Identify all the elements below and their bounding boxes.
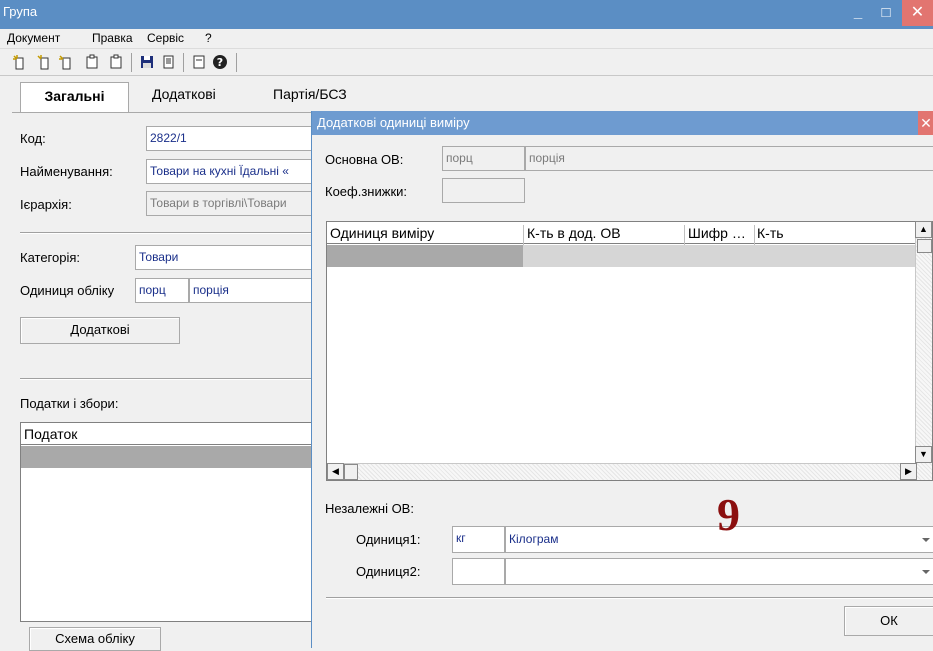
new-group-icon[interactable]	[58, 54, 74, 70]
menu-help[interactable]: ?	[205, 31, 212, 45]
base-unit-code-field: порц	[442, 146, 525, 171]
table-row[interactable]	[21, 446, 311, 468]
form-icon[interactable]	[191, 54, 207, 70]
menu-bar: Документ Правка Сервіс ?	[0, 29, 933, 49]
taxes-grid[interactable]: Податок	[20, 422, 312, 622]
menu-edit[interactable]: Правка	[92, 31, 133, 45]
maximize-button[interactable]: □	[874, 0, 898, 26]
save-icon[interactable]	[139, 54, 155, 70]
column-separator	[684, 225, 685, 247]
tab-strip: Загальні Додаткові Партія/БСЗ	[0, 76, 933, 113]
taxes-grid-header: Податок	[21, 423, 311, 445]
scroll-up-icon[interactable]: ▲	[915, 221, 932, 238]
additional-units-dialog: Додаткові одиниці виміру ✕ Основна ОВ: п…	[311, 111, 933, 648]
report-icon[interactable]	[161, 54, 177, 70]
window-title: Група	[3, 4, 38, 19]
unit2-code-field[interactable]	[452, 558, 505, 585]
unit-code-field[interactable]: порц	[135, 278, 189, 303]
column-header-quantity[interactable]: К-ть	[757, 225, 784, 241]
divider	[20, 232, 311, 234]
unit1-code-field[interactable]: кг	[452, 526, 505, 553]
scroll-thumb-horizontal[interactable]	[344, 464, 358, 480]
divider	[326, 597, 933, 599]
unit-label: Одиниця обліку	[20, 283, 115, 298]
table-row[interactable]	[327, 245, 523, 267]
name-label: Найменування:	[20, 164, 113, 179]
toolbar-separator	[131, 53, 132, 72]
scroll-left-icon[interactable]: ◀	[327, 463, 344, 480]
column-header-tax[interactable]: Податок	[24, 426, 77, 442]
tab-additional[interactable]: Додаткові	[152, 86, 216, 102]
category-label: Категорія:	[20, 250, 81, 265]
new-copy-icon[interactable]	[36, 54, 52, 70]
vertical-scrollbar[interactable]: ▲ ▼	[915, 221, 932, 480]
column-separator	[754, 225, 755, 247]
dialog-close-button[interactable]: ✕	[918, 111, 933, 135]
svg-text:?: ?	[217, 56, 223, 69]
discount-coef-field	[442, 178, 525, 203]
close-button[interactable]: ✕	[902, 0, 933, 26]
hierarchy-label: Ієрархія:	[20, 197, 72, 212]
column-header-code[interactable]: Шифр …	[688, 225, 746, 241]
independent-units-label: Незалежні ОВ:	[325, 501, 414, 516]
code-field[interactable]: 2822/1	[146, 126, 312, 151]
dialog-title: Додаткові одиниці виміру	[317, 115, 470, 130]
column-separator	[523, 225, 524, 247]
minimize-button[interactable]: _	[846, 0, 870, 26]
column-header-quantity-additional[interactable]: К-ть в дод. ОВ	[527, 225, 621, 241]
chevron-down-icon[interactable]	[922, 570, 930, 574]
additional-units-grid[interactable]: Одиниця виміру К-ть в дод. ОВ Шифр … К-т…	[326, 221, 933, 481]
category-field[interactable]: Товари	[135, 245, 312, 270]
unit2-select[interactable]	[505, 558, 933, 585]
tab-general[interactable]: Загальні	[20, 82, 129, 113]
name-field[interactable]: Товари на кухні Їдальні «	[146, 159, 312, 184]
divider	[20, 378, 311, 380]
step-badge: 9	[717, 489, 740, 540]
dialog-titlebar[interactable]: Додаткові одиниці виміру ✕	[312, 111, 933, 135]
scroll-right-icon[interactable]: ▶	[900, 463, 917, 480]
window-titlebar[interactable]: Група _ □ ✕	[0, 0, 933, 29]
discount-coef-label: Коеф.знижки:	[325, 184, 407, 199]
horizontal-scrollbar[interactable]: ◀ ▶	[327, 463, 917, 480]
help-icon[interactable]: ?	[212, 54, 228, 70]
scroll-down-icon[interactable]: ▼	[915, 446, 932, 463]
menu-service[interactable]: Сервіс	[147, 31, 184, 45]
toolbar-separator	[183, 53, 184, 72]
additional-button[interactable]: Додаткові	[20, 317, 180, 344]
code-label: Код:	[20, 131, 46, 146]
table-row-cells[interactable]	[523, 245, 915, 267]
units-grid-header: Одиниця виміру К-ть в дод. ОВ Шифр … К-т…	[327, 222, 915, 247]
menu-document[interactable]: Документ	[7, 31, 60, 45]
hierarchy-field: Товари в торгівлі\Товари	[146, 191, 312, 216]
accounting-scheme-button[interactable]: Схема обліку	[29, 627, 161, 651]
base-unit-label: Основна ОВ:	[325, 152, 404, 167]
unit1-selected-value: Кілограм	[509, 532, 559, 546]
toolbar: ?	[0, 49, 933, 76]
taxes-label: Податки і збори:	[20, 396, 119, 411]
tab-batch[interactable]: Партія/БСЗ	[273, 86, 347, 102]
add-icon[interactable]	[108, 54, 124, 70]
new-icon[interactable]	[12, 54, 28, 70]
base-unit-name-field: порція	[525, 146, 933, 171]
unit1-label: Одиниця1:	[356, 532, 421, 547]
toolbar-separator	[236, 53, 237, 72]
unit-name-field[interactable]: порція	[189, 278, 312, 303]
chevron-down-icon[interactable]	[922, 538, 930, 542]
scroll-thumb[interactable]	[917, 239, 932, 253]
column-header-unit[interactable]: Одиниця виміру	[330, 225, 434, 241]
ok-button[interactable]: ОК	[844, 606, 933, 636]
new-subgroup-icon[interactable]	[84, 54, 100, 70]
unit2-label: Одиниця2:	[356, 564, 421, 579]
